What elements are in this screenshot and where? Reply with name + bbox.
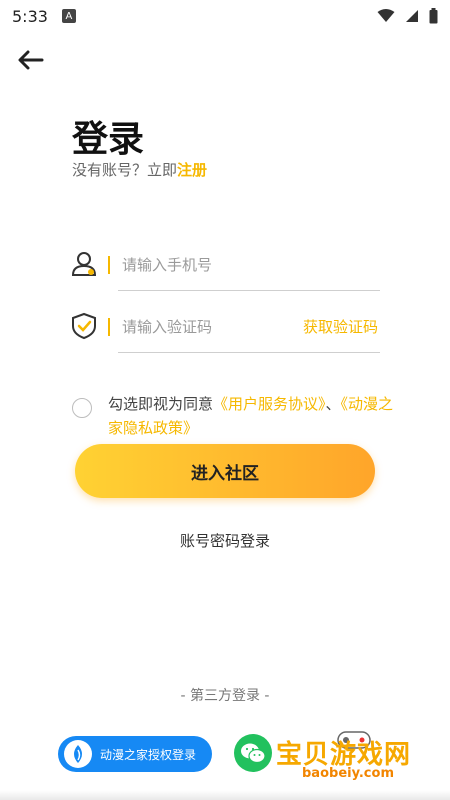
user-icon [71,252,97,276]
third-party-login-title: - 第三方登录 - [180,688,270,704]
shield-check-icon [72,312,96,340]
password-login-link[interactable]: 账号密码登录 [0,530,450,551]
user-agreement-link[interactable]: 《用户服务协议》 [213,395,326,413]
signup-prompt: 没有账号？立即注册 [72,159,207,180]
field-accent-bar [108,318,110,336]
code-field-row: 获取验证码 [70,302,380,353]
watermark-url: baobeiy.com [302,766,394,781]
battery-icon [429,8,438,24]
phone-field-row [70,240,380,291]
phone-input[interactable] [120,248,314,282]
agreement-separator: 、 [325,395,341,413]
dmzj-auth-label: 动漫之家授权登录 [100,747,197,762]
status-left: 5:33 A [12,7,76,26]
app-notification-icon: A [61,9,76,23]
wifi-icon [377,9,395,22]
register-link[interactable]: 注册 [177,161,207,179]
wechat-icon [241,743,266,764]
arrow-left-icon [18,50,44,70]
agreement-checkbox[interactable] [72,398,92,418]
back-button[interactable] [14,44,48,76]
dmzj-logo-icon [64,740,92,768]
get-code-button[interactable]: 获取验证码 [303,316,378,337]
signal-icon [406,10,418,22]
field-accent-bar [108,256,110,274]
phone-underline [118,290,380,291]
page-title: 登录 [72,119,145,160]
code-input[interactable] [120,310,314,344]
dmzj-auth-login-button[interactable]: 动漫之家授权登录 [58,736,212,772]
wechat-login-button[interactable] [234,734,272,772]
code-underline [118,352,380,353]
enter-community-button[interactable]: 进入社区 [75,444,375,498]
status-right [377,8,438,24]
status-bar: 5:33 A [0,0,450,32]
bottom-fade [0,790,450,800]
status-time: 5:33 [12,6,48,26]
signup-prompt-text: 没有账号？立即 [72,161,178,179]
watermark: 宝贝游戏网 baobeiy.com [272,728,442,788]
agreement-prefix: 勾选即视为同意 [108,395,214,413]
agreement-text: 勾选即视为同意《用户服务协议》、《动漫之家隐私政策》 [108,392,398,440]
